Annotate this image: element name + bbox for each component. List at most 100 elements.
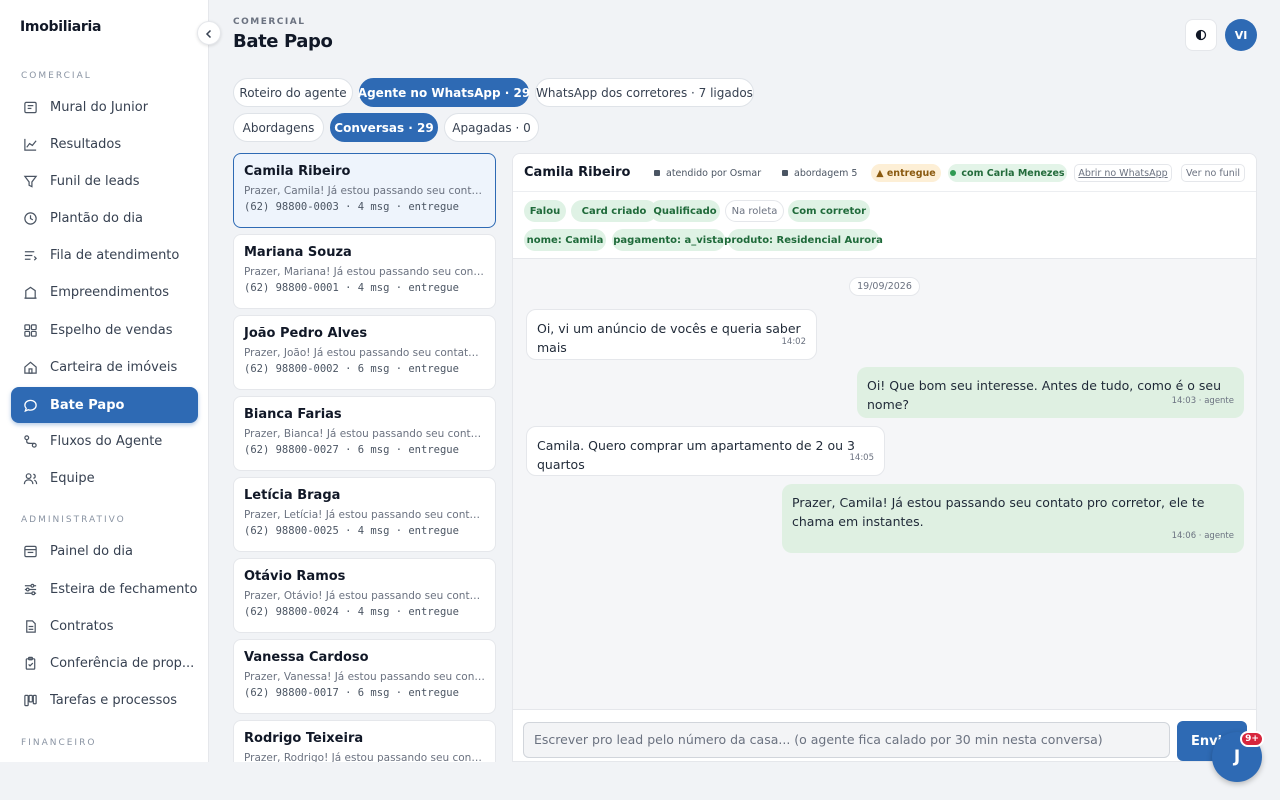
funnel-icon	[22, 173, 38, 189]
lead-tag: pagamento: a_vista	[612, 229, 725, 251]
message-bubble-outgoing: Oi! Que bom seu interesse. Antes de tudo…	[857, 367, 1244, 418]
conversation-item[interactable]: Camila Ribeiro Prazer, Camila! Já estou …	[233, 153, 496, 228]
section-label-comercial: COMERCIAL	[21, 71, 92, 81]
conversation-item[interactable]: Mariana Souza Prazer, Mariana! Já estou …	[233, 234, 496, 309]
conversation-meta: (62) 98800-0027 · 6 msg · entregue	[244, 444, 459, 456]
conversation-name: João Pedro Alves	[244, 326, 368, 341]
sidebar-item-mural[interactable]: Mural do Junior	[11, 89, 198, 125]
conversation-name: Rodrigo Teixeira	[244, 731, 364, 746]
sidebar-item-label: Plantão do dia	[50, 210, 143, 226]
conversation-item[interactable]: Letícia Braga Prazer, Letícia! Já estou …	[233, 477, 496, 552]
flow-icon	[22, 433, 38, 449]
sidebar-item-label: Fila de atendimento	[50, 247, 180, 263]
attended-by-label: atendido por Osmar	[666, 167, 762, 179]
page-title: Bate Papo	[233, 31, 333, 52]
sidebar-item-resultados[interactable]: Resultados	[11, 126, 198, 162]
user-avatar[interactable]: VI	[1225, 19, 1257, 51]
queue-icon	[22, 247, 38, 263]
chat-panel: Camila Ribeiro atendido por Osmar aborda…	[512, 153, 1257, 762]
message-text: Prazer, Camila! Já estou passando seu co…	[792, 495, 1205, 529]
sidebar-item-label: Equipe	[50, 470, 95, 486]
sidebar-item-espelho[interactable]: Espelho de vendas	[11, 312, 198, 348]
conversation-name: Mariana Souza	[244, 245, 352, 260]
tab-roteiro-agente[interactable]: Roteiro do agente	[233, 78, 353, 107]
sidebar-item-label: Espelho de vendas	[50, 322, 173, 338]
conversation-preview: Prazer, Letícia! Já estou passando seu c…	[244, 509, 485, 521]
kanban-icon	[22, 692, 38, 708]
tab-abordagens[interactable]: Abordagens	[233, 113, 324, 142]
conversation-meta: (62) 98800-0017 · 6 msg · entregue	[244, 687, 459, 699]
message-text: Camila. Quero comprar um apartamento de …	[537, 438, 855, 472]
brand-logo[interactable]: Imobiliaria	[20, 19, 101, 35]
conversation-preview: Prazer, Vanessa! Já estou passando seu c…	[244, 671, 485, 683]
assigned-broker-chip: com Carla Menezes	[948, 164, 1067, 182]
sidebar-item-label: Mural do Junior	[50, 99, 149, 115]
sidebar-item-label: Conferência de prop...	[50, 655, 195, 671]
sidebar-item-painel[interactable]: Painel do dia	[11, 533, 198, 569]
section-label-administrativo: ADMINISTRATIVO	[21, 515, 126, 525]
open-whatsapp-link[interactable]: Abrir no WhatsApp	[1074, 164, 1172, 182]
building-icon	[22, 284, 38, 300]
house-icon	[22, 359, 38, 375]
sidebar-item-label: Tarefas e processos	[50, 692, 178, 708]
message-bubble-outgoing: Prazer, Camila! Já estou passando seu co…	[782, 484, 1244, 553]
clock-icon	[22, 210, 38, 226]
message-bubble-incoming: Camila. Quero comprar um apartamento de …	[526, 426, 885, 476]
notification-badge: 9+	[1240, 731, 1264, 747]
sidebar-item-fluxos[interactable]: Fluxos do Agente	[11, 423, 198, 459]
sidebar-item-equipe[interactable]: Equipe	[11, 460, 198, 496]
sidebar-item-funil[interactable]: Funil de leads	[11, 163, 198, 199]
tab-whatsapp-corretores[interactable]: WhatsApp dos corretores · 7 ligados	[535, 78, 754, 107]
theme-toggle-button[interactable]	[1185, 19, 1217, 51]
lead-tag: Qualificado	[650, 200, 720, 222]
sidebar-item-plantao[interactable]: Plantão do dia	[11, 200, 198, 236]
conversation-item[interactable]: Vanessa Cardoso Prazer, Vanessa! Já esto…	[233, 639, 496, 714]
message-text: Oi, vi um anúncio de vocês e queria sabe…	[537, 321, 801, 355]
message-time: 14:03 · agente	[1171, 396, 1234, 406]
message-time: 14:02	[781, 337, 807, 347]
approach-chip: abordagem 5	[782, 164, 857, 182]
contrast-icon	[1195, 26, 1207, 45]
sidebar-item-label: Fluxos do Agente	[50, 433, 163, 449]
section-label-financeiro: FINANCEIRO	[21, 738, 97, 748]
sidebar-item-conferencia[interactable]: Conferência de prop...	[11, 645, 198, 681]
view-funnel-button[interactable]: Ver no funil	[1181, 164, 1245, 182]
board-icon	[22, 99, 38, 115]
sidebar-item-esteira[interactable]: Esteira de fechamento	[11, 571, 198, 607]
status-badge: ▲ entregue	[871, 164, 941, 182]
sidebar-item-tarefas[interactable]: Tarefas e processos	[11, 682, 198, 718]
message-input[interactable]	[523, 722, 1170, 758]
conversation-item[interactable]: Rodrigo Teixeira Prazer, Rodrigo! Já est…	[233, 720, 496, 762]
sidebar: Imobiliaria COMERCIAL Mural do Junior Re…	[0, 0, 209, 762]
conversation-item[interactable]: Otávio Ramos Prazer, Otávio! Já estou pa…	[233, 558, 496, 633]
conversation-preview: Prazer, Mariana! Já estou passando seu c…	[244, 266, 485, 278]
conversation-name: Otávio Ramos	[244, 569, 346, 584]
sidebar-item-fila[interactable]: Fila de atendimento	[11, 237, 198, 273]
tab-conversas[interactable]: Conversas · 29	[330, 113, 438, 142]
clipboard-check-icon	[22, 655, 38, 671]
tab-agente-whatsapp[interactable]: Agente no WhatsApp · 29	[358, 78, 530, 107]
sidebar-item-contratos[interactable]: Contratos	[11, 608, 198, 644]
document-icon	[22, 618, 38, 634]
conversation-list: Camila Ribeiro Prazer, Camila! Já estou …	[233, 153, 496, 762]
message-time: 14:05	[849, 453, 875, 463]
attended-by-chip: atendido por Osmar	[654, 164, 761, 182]
conversation-meta: (62) 98800-0025 · 4 msg · entregue	[244, 525, 459, 537]
conversation-name: Camila Ribeiro	[244, 164, 351, 179]
lead-tag: produto: Residencial Aurora	[724, 229, 883, 251]
conversation-meta: (62) 98800-0001 · 4 msg · entregue	[244, 282, 459, 294]
conversation-preview: Prazer, Camila! Já estou passando seu co…	[244, 185, 485, 197]
tab-apagadas[interactable]: Apagadas · 0	[444, 113, 539, 142]
conversation-item[interactable]: Bianca Farias Prazer, Bianca! Já estou p…	[233, 396, 496, 471]
sidebar-item-empreendimentos[interactable]: Empreendimentos	[11, 274, 198, 310]
conversation-name: Bianca Farias	[244, 407, 342, 422]
conversation-item[interactable]: João Pedro Alves Prazer, João! Já estou …	[233, 315, 496, 390]
panel-icon	[22, 543, 38, 559]
sidebar-item-label: Empreendimentos	[50, 284, 170, 300]
assigned-broker-label: com Carla Menezes	[961, 167, 1065, 179]
conversation-meta: (62) 98800-0002 · 6 msg · entregue	[244, 363, 459, 375]
collapse-sidebar-button[interactable]	[197, 21, 221, 45]
sidebar-item-carteira[interactable]: Carteira de imóveis	[11, 349, 198, 385]
sidebar-item-label: Contratos	[50, 618, 114, 634]
sidebar-item-bate-papo[interactable]: Bate Papo	[11, 387, 198, 423]
